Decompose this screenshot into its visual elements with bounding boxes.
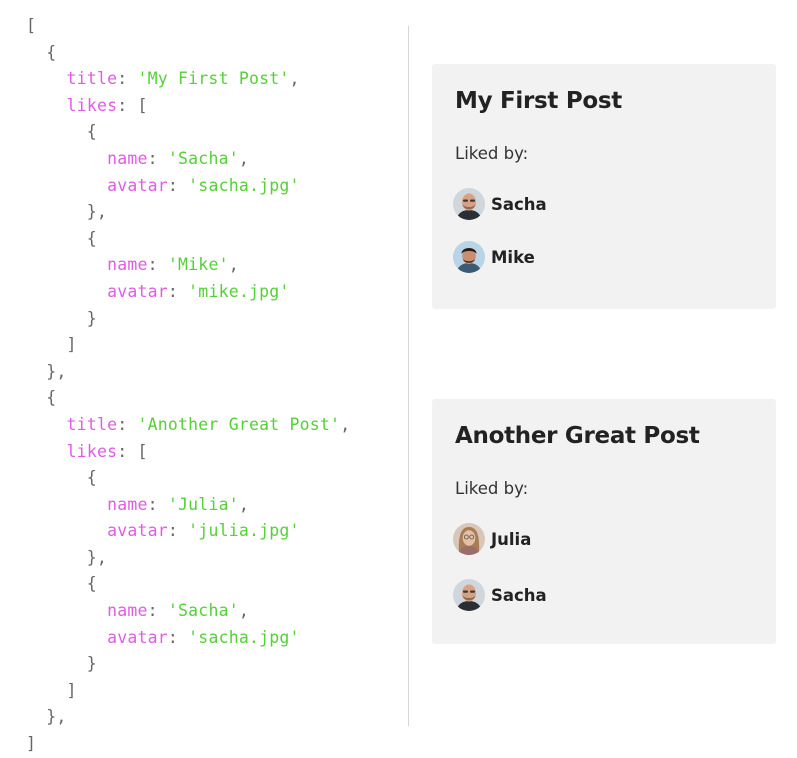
post-title: My First Post	[455, 88, 622, 114]
code-line: likes: [	[66, 95, 148, 115]
code-line: name: 'Sacha',	[107, 601, 249, 621]
name-value: 'Mike'	[167, 255, 229, 275]
avatar-value: 'mike.jpg'	[188, 281, 290, 301]
post-card: My First Post Liked by: Sacha Mike	[432, 64, 776, 309]
code-line: {	[26, 388, 57, 408]
name-key: name	[107, 255, 148, 275]
name-key: name	[107, 601, 148, 621]
code-line: },	[26, 707, 67, 727]
avatar-value: 'sacha.jpg'	[188, 627, 300, 647]
liker-name: Sacha	[491, 585, 547, 605]
liker[interactable]: Sacha	[453, 188, 547, 220]
avatar-key: avatar	[107, 175, 168, 195]
code-line: name: 'Mike',	[107, 255, 239, 275]
code-line: name: 'Julia',	[107, 494, 249, 514]
code-line: {	[26, 122, 97, 142]
post-title: Another Great Post	[455, 423, 700, 449]
liker-name: Sacha	[491, 194, 547, 214]
title-key: title	[66, 414, 118, 434]
code-line: },	[26, 361, 67, 381]
avatar-sacha-icon	[453, 188, 485, 220]
avatar-value: 'julia.jpg'	[188, 521, 300, 541]
post-card: Another Great Post Liked by: Julia Sacha	[432, 399, 776, 644]
code-line: ]	[26, 335, 77, 355]
code-line: name: 'Sacha',	[107, 148, 249, 168]
code-line: }	[26, 308, 97, 328]
avatar-value: 'sacha.jpg'	[188, 175, 300, 195]
code-line: likes: [	[66, 441, 148, 461]
code-line: avatar: 'mike.jpg'	[107, 281, 290, 301]
code-line: avatar: 'julia.jpg'	[107, 521, 300, 541]
avatar-sacha-icon	[453, 579, 485, 611]
liked-by-label: Liked by:	[455, 144, 529, 163]
code-line: {	[26, 468, 97, 488]
open-bracket: [	[26, 16, 37, 35]
avatar-key: avatar	[107, 627, 168, 647]
liker[interactable]: Julia	[453, 523, 531, 555]
avatar-key: avatar	[107, 521, 168, 541]
liker[interactable]: Sacha	[453, 579, 547, 611]
name-value: 'Julia'	[167, 494, 239, 514]
code-line: ]	[26, 731, 406, 758]
name-value: 'Sacha'	[167, 148, 239, 168]
liker[interactable]: Mike	[453, 241, 535, 273]
code-line: {	[26, 42, 57, 62]
title-value: 'Another Great Post'	[137, 414, 341, 434]
likes-key: likes	[66, 441, 118, 461]
liked-by-label: Liked by:	[455, 479, 529, 498]
code-line: {	[26, 228, 97, 248]
title-value: 'My First Post'	[137, 69, 290, 89]
code-line: },	[26, 202, 108, 222]
avatar-key: avatar	[107, 281, 168, 301]
code-line: title: 'My First Post',	[66, 69, 300, 89]
code-line: [	[26, 13, 406, 40]
code-line: avatar: 'sacha.jpg'	[107, 627, 300, 647]
title-key: title	[66, 69, 118, 89]
code-line: avatar: 'sacha.jpg'	[107, 175, 300, 195]
code-line: ]	[26, 680, 77, 700]
code-line: }	[26, 654, 97, 674]
code-panel: [ { title: 'My First Post', likes: [ { n…	[26, 13, 406, 758]
code-line: title: 'Another Great Post',	[66, 414, 351, 434]
liker-name: Julia	[491, 529, 532, 549]
code-line: },	[26, 547, 108, 567]
liker-name: Mike	[491, 247, 535, 267]
name-key: name	[107, 494, 148, 514]
name-key: name	[107, 148, 148, 168]
code-line: {	[26, 574, 97, 594]
likes-key: likes	[66, 95, 118, 115]
avatar-mike-icon	[453, 241, 485, 273]
close-bracket: ]	[26, 734, 37, 754]
avatar-julia-icon	[453, 523, 485, 555]
name-value: 'Sacha'	[167, 601, 239, 621]
divider	[408, 26, 409, 726]
